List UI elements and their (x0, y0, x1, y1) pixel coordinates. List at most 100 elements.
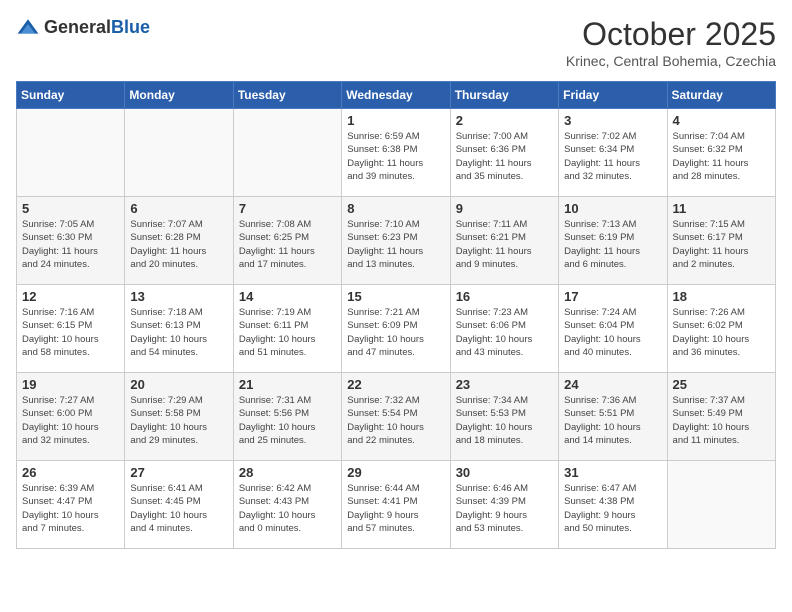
day-number: 10 (564, 201, 661, 216)
day-number: 3 (564, 113, 661, 128)
calendar-cell: 16 Sunrise: 7:23 AM Sunset: 6:06 PM Dayli… (450, 285, 558, 373)
day-info: Sunrise: 7:32 AM Sunset: 5:54 PM Dayligh… (347, 394, 444, 447)
logo-icon (16, 16, 40, 40)
day-info: Sunrise: 7:08 AM Sunset: 6:25 PM Dayligh… (239, 218, 336, 271)
calendar-cell: 10 Sunrise: 7:13 AM Sunset: 6:19 PM Dayli… (559, 197, 667, 285)
day-info: Sunrise: 7:13 AM Sunset: 6:19 PM Dayligh… (564, 218, 661, 271)
day-info: Sunrise: 7:04 AM Sunset: 6:32 PM Dayligh… (673, 130, 770, 183)
calendar-cell: 24 Sunrise: 7:36 AM Sunset: 5:51 PM Dayli… (559, 373, 667, 461)
weekday-header-monday: Monday (125, 82, 233, 109)
week-row-1: 1 Sunrise: 6:59 AM Sunset: 6:38 PM Daylig… (17, 109, 776, 197)
calendar-cell: 18Sunrise: 7:26 AM Sunset: 6:02 PM Dayli… (667, 285, 775, 373)
calendar-cell (667, 461, 775, 549)
day-number: 12 (22, 289, 119, 304)
calendar-cell: 19 Sunrise: 7:27 AM Sunset: 6:00 PM Dayli… (17, 373, 125, 461)
weekday-header-thursday: Thursday (450, 82, 558, 109)
day-number: 20 (130, 377, 227, 392)
day-number: 2 (456, 113, 553, 128)
calendar-cell: 11Sunrise: 7:15 AM Sunset: 6:17 PM Dayli… (667, 197, 775, 285)
day-info: Sunrise: 7:11 AM Sunset: 6:21 PM Dayligh… (456, 218, 553, 271)
day-info: Sunrise: 7:27 AM Sunset: 6:00 PM Dayligh… (22, 394, 119, 447)
calendar-cell: 15 Sunrise: 7:21 AM Sunset: 6:09 PM Dayli… (342, 285, 450, 373)
day-info: Sunrise: 7:18 AM Sunset: 6:13 PM Dayligh… (130, 306, 227, 359)
day-info: Sunrise: 6:44 AM Sunset: 4:41 PM Dayligh… (347, 482, 444, 535)
weekday-header-row: SundayMondayTuesdayWednesdayThursdayFrid… (17, 82, 776, 109)
day-info: Sunrise: 7:05 AM Sunset: 6:30 PM Dayligh… (22, 218, 119, 271)
day-number: 30 (456, 465, 553, 480)
logo: GeneralBlue (16, 16, 150, 40)
calendar-cell: 17 Sunrise: 7:24 AM Sunset: 6:04 PM Dayli… (559, 285, 667, 373)
day-number: 17 (564, 289, 661, 304)
day-info: Sunrise: 6:41 AM Sunset: 4:45 PM Dayligh… (130, 482, 227, 535)
day-number: 27 (130, 465, 227, 480)
day-info: Sunrise: 7:19 AM Sunset: 6:11 PM Dayligh… (239, 306, 336, 359)
day-number: 19 (22, 377, 119, 392)
calendar-cell: 31 Sunrise: 6:47 AM Sunset: 4:38 PM Dayli… (559, 461, 667, 549)
day-number: 22 (347, 377, 444, 392)
week-row-4: 19 Sunrise: 7:27 AM Sunset: 6:00 PM Dayli… (17, 373, 776, 461)
location-subtitle: Krinec, Central Bohemia, Czechia (566, 53, 776, 69)
calendar-cell: 5 Sunrise: 7:05 AM Sunset: 6:30 PM Daylig… (17, 197, 125, 285)
day-number: 29 (347, 465, 444, 480)
day-number: 14 (239, 289, 336, 304)
day-number: 31 (564, 465, 661, 480)
day-number: 8 (347, 201, 444, 216)
calendar-cell: 7 Sunrise: 7:08 AM Sunset: 6:25 PM Daylig… (233, 197, 341, 285)
calendar-table: SundayMondayTuesdayWednesdayThursdayFrid… (16, 81, 776, 549)
day-number: 15 (347, 289, 444, 304)
weekday-header-sunday: Sunday (17, 82, 125, 109)
day-info: Sunrise: 6:59 AM Sunset: 6:38 PM Dayligh… (347, 130, 444, 183)
day-number: 7 (239, 201, 336, 216)
day-number: 23 (456, 377, 553, 392)
day-number: 6 (130, 201, 227, 216)
day-info: Sunrise: 7:23 AM Sunset: 6:06 PM Dayligh… (456, 306, 553, 359)
calendar-cell (233, 109, 341, 197)
calendar-cell: 3 Sunrise: 7:02 AM Sunset: 6:34 PM Daylig… (559, 109, 667, 197)
day-number: 5 (22, 201, 119, 216)
day-info: Sunrise: 7:24 AM Sunset: 6:04 PM Dayligh… (564, 306, 661, 359)
calendar-cell: 20Sunrise: 7:29 AM Sunset: 5:58 PM Dayli… (125, 373, 233, 461)
day-number: 9 (456, 201, 553, 216)
day-number: 1 (347, 113, 444, 128)
week-row-3: 12 Sunrise: 7:16 AM Sunset: 6:15 PM Dayli… (17, 285, 776, 373)
calendar-cell: 27 Sunrise: 6:41 AM Sunset: 4:45 PM Dayli… (125, 461, 233, 549)
calendar-cell: 21Sunrise: 7:31 AM Sunset: 5:56 PM Dayli… (233, 373, 341, 461)
day-info: Sunrise: 7:36 AM Sunset: 5:51 PM Dayligh… (564, 394, 661, 447)
calendar-cell: 29 Sunrise: 6:44 AM Sunset: 4:41 PM Dayli… (342, 461, 450, 549)
day-info: Sunrise: 7:16 AM Sunset: 6:15 PM Dayligh… (22, 306, 119, 359)
day-number: 4 (673, 113, 770, 128)
week-row-2: 5 Sunrise: 7:05 AM Sunset: 6:30 PM Daylig… (17, 197, 776, 285)
day-number: 16 (456, 289, 553, 304)
day-number: 24 (564, 377, 661, 392)
calendar-cell (125, 109, 233, 197)
page-header: GeneralBlue October 2025 Krinec, Central… (16, 16, 776, 69)
calendar-cell (17, 109, 125, 197)
day-info: Sunrise: 6:47 AM Sunset: 4:38 PM Dayligh… (564, 482, 661, 535)
calendar-cell: 2Sunrise: 7:00 AM Sunset: 6:36 PM Daylig… (450, 109, 558, 197)
calendar-cell: 30 Sunrise: 6:46 AM Sunset: 4:39 PM Dayli… (450, 461, 558, 549)
day-number: 25 (673, 377, 770, 392)
calendar-cell: 8 Sunrise: 7:10 AM Sunset: 6:23 PM Daylig… (342, 197, 450, 285)
day-info: Sunrise: 7:10 AM Sunset: 6:23 PM Dayligh… (347, 218, 444, 271)
calendar-cell: 28Sunrise: 6:42 AM Sunset: 4:43 PM Dayli… (233, 461, 341, 549)
weekday-header-friday: Friday (559, 82, 667, 109)
week-row-5: 26Sunrise: 6:39 AM Sunset: 4:47 PM Dayli… (17, 461, 776, 549)
month-title: October 2025 (566, 16, 776, 53)
day-number: 26 (22, 465, 119, 480)
calendar-cell: 9 Sunrise: 7:11 AM Sunset: 6:21 PM Daylig… (450, 197, 558, 285)
day-info: Sunrise: 7:21 AM Sunset: 6:09 PM Dayligh… (347, 306, 444, 359)
calendar-cell: 23 Sunrise: 7:34 AM Sunset: 5:53 PM Dayli… (450, 373, 558, 461)
day-info: Sunrise: 7:02 AM Sunset: 6:34 PM Dayligh… (564, 130, 661, 183)
day-info: Sunrise: 7:37 AM Sunset: 5:49 PM Dayligh… (673, 394, 770, 447)
day-info: Sunrise: 7:34 AM Sunset: 5:53 PM Dayligh… (456, 394, 553, 447)
day-info: Sunrise: 6:46 AM Sunset: 4:39 PM Dayligh… (456, 482, 553, 535)
calendar-cell: 14 Sunrise: 7:19 AM Sunset: 6:11 PM Dayli… (233, 285, 341, 373)
day-number: 13 (130, 289, 227, 304)
logo-general: GeneralBlue (44, 18, 150, 38)
weekday-header-tuesday: Tuesday (233, 82, 341, 109)
calendar-cell: 13 Sunrise: 7:18 AM Sunset: 6:13 PM Dayli… (125, 285, 233, 373)
calendar-cell: 22 Sunrise: 7:32 AM Sunset: 5:54 PM Dayli… (342, 373, 450, 461)
calendar-cell: 6Sunrise: 7:07 AM Sunset: 6:28 PM Daylig… (125, 197, 233, 285)
calendar-cell: 1 Sunrise: 6:59 AM Sunset: 6:38 PM Daylig… (342, 109, 450, 197)
day-number: 21 (239, 377, 336, 392)
